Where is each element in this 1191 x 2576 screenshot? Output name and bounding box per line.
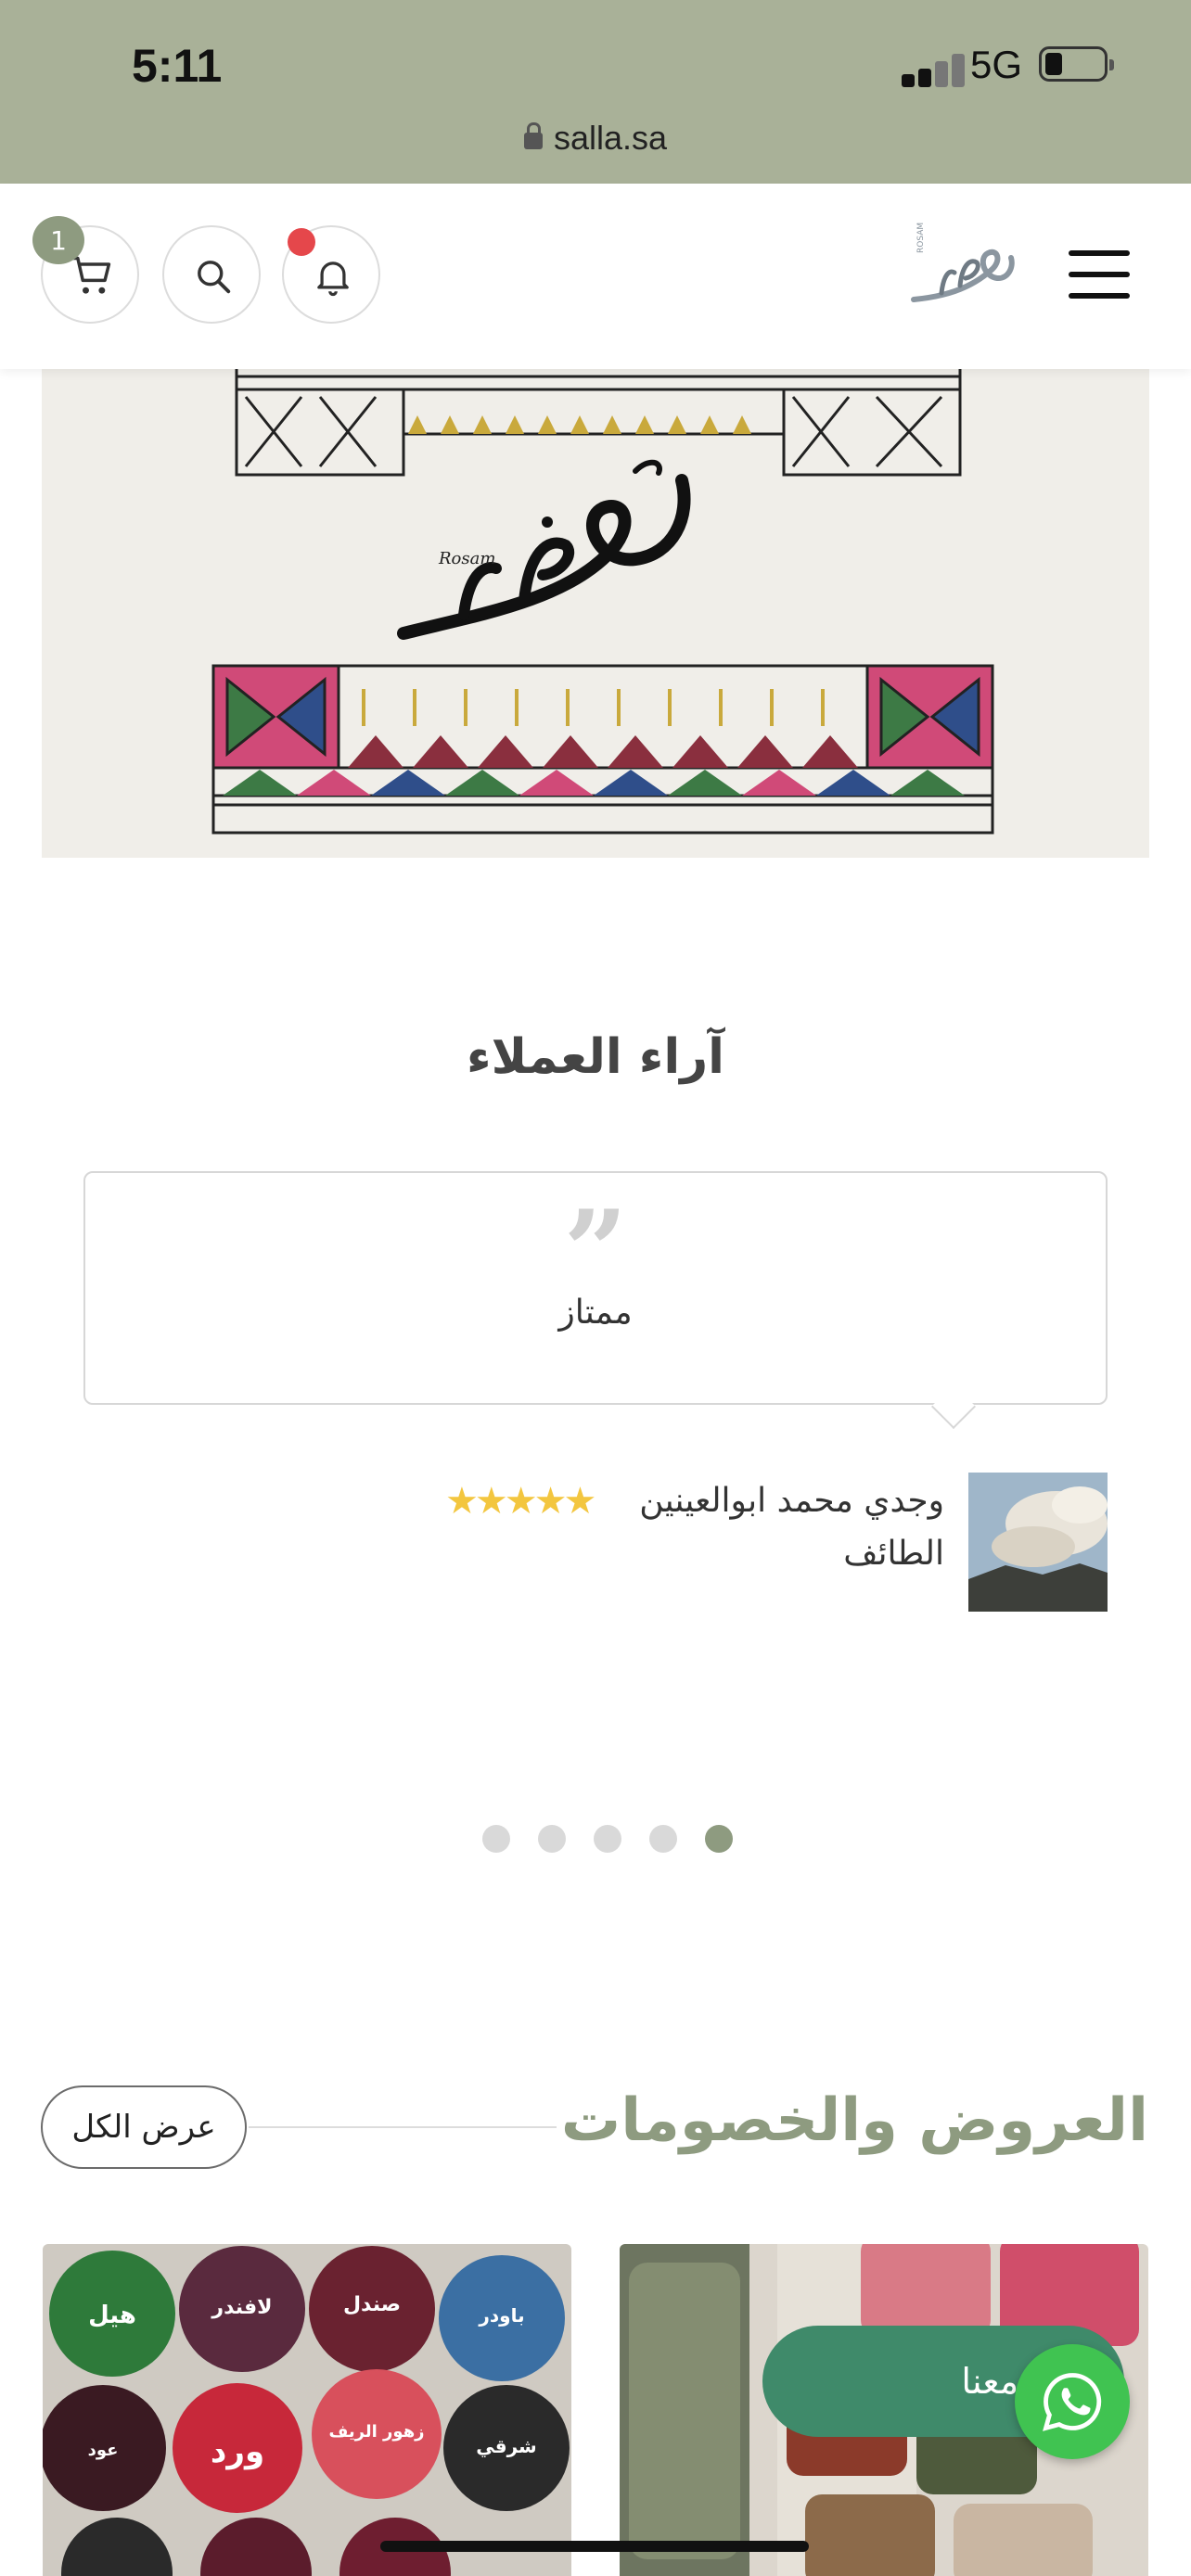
svg-text:باودر: باودر	[478, 2304, 524, 2327]
svg-text:زهور الريف: زهور الريف	[328, 2422, 424, 2442]
menu-button[interactable]	[1069, 250, 1130, 299]
carousel-dot[interactable]	[594, 1825, 621, 1853]
quote-icon: ”	[563, 1186, 628, 1317]
view-all-button[interactable]: عرض الكل	[41, 2085, 247, 2169]
cart-count-badge: 1	[32, 216, 84, 264]
carousel-dot-active[interactable]	[705, 1825, 733, 1853]
product-image: هيل لافندر صندل باودر عود ورد زهور الريف…	[43, 2244, 571, 2576]
site-header: 1 ROSAM	[0, 184, 1191, 369]
offers-title: العروض والخصومات	[560, 2086, 1148, 2155]
carousel-dot[interactable]	[649, 1825, 677, 1853]
address-bar[interactable]: salla.sa	[0, 119, 1191, 158]
testimonial-text: ممتاز	[558, 1294, 633, 1332]
carousel-pagination	[482, 1825, 742, 1855]
product-card[interactable]: هيل لافندر صندل باودر عود ورد زهور الريف…	[43, 2244, 571, 2576]
testimonials-title: آراء العملاء	[467, 1029, 724, 1085]
svg-text:هيل: هيل	[88, 2302, 136, 2329]
testimonial-card: ” ممتاز	[83, 1171, 1108, 1405]
banner-calligraphy	[397, 459, 691, 640]
svg-text:شرقي: شرقي	[476, 2435, 536, 2458]
search-icon	[198, 261, 231, 294]
rating-stars: ★★★★★	[445, 1480, 596, 1523]
svg-text:صندل: صندل	[343, 2293, 401, 2316]
battery-icon	[1039, 46, 1114, 82]
url-text: salla.sa	[553, 119, 668, 157]
lock-icon	[523, 122, 543, 149]
sadu-pattern-banner-image: Rosam	[211, 369, 994, 835]
status-time: 5:11	[132, 40, 223, 92]
reviewer-name: وجدي محمد ابوالعينين	[639, 1482, 944, 1520]
hero-banner[interactable]: Rosam	[42, 369, 1149, 858]
bell-icon	[317, 261, 349, 297]
svg-text:ROSAM: ROSAM	[916, 223, 926, 253]
offers-divider	[249, 2126, 557, 2128]
whatsapp-icon	[1043, 2373, 1102, 2431]
reviewer-avatar	[968, 1473, 1108, 1612]
svg-text:لافندر: لافندر	[211, 2296, 272, 2319]
search-button[interactable]	[162, 225, 261, 324]
network-type: 5G	[970, 43, 1023, 86]
carousel-dot[interactable]	[482, 1825, 510, 1853]
notification-dot	[288, 228, 315, 256]
logo-icon[interactable]: ROSAM	[904, 211, 1025, 323]
svg-text:ورد: ورد	[211, 2433, 264, 2470]
reviewer-city: الطائف	[843, 1535, 944, 1573]
banner-latin-name: Rosam	[438, 549, 495, 568]
whatsapp-button[interactable]	[1015, 2344, 1130, 2459]
cart-icon	[70, 256, 111, 294]
status-bar: 5:11 5G salla.sa	[0, 0, 1191, 184]
svg-text:عود: عود	[88, 2441, 119, 2460]
home-indicator	[380, 2541, 809, 2552]
carousel-dot[interactable]	[538, 1825, 566, 1853]
